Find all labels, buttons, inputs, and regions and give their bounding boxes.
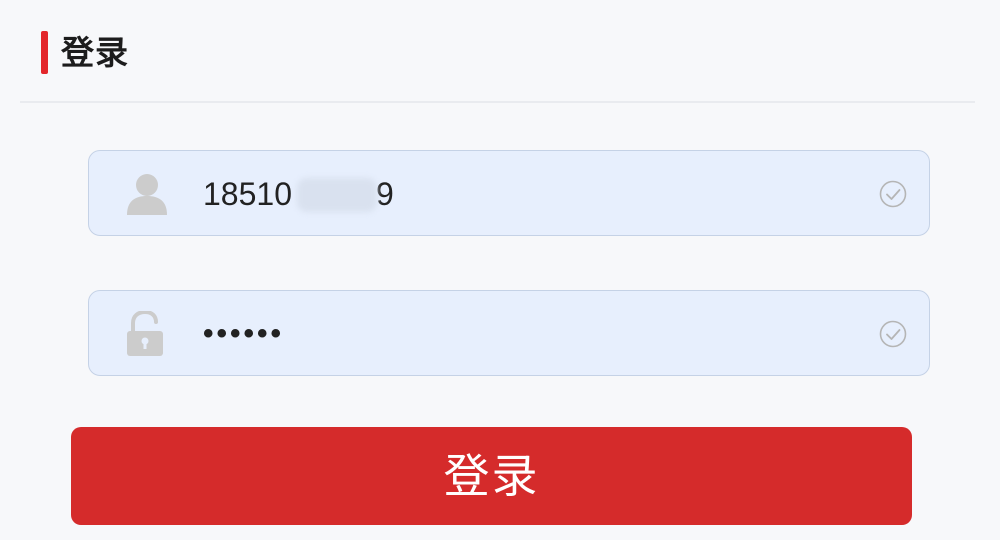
username-visible-suffix: 9 [375,176,394,212]
header-divider [20,101,975,103]
page-title: 登录 [61,33,129,72]
header-accent-bar [41,31,48,74]
login-page: 登录 18510 9 •••••• 登录 [0,0,1000,540]
user-icon [127,174,167,215]
password-field[interactable]: •••••• [88,290,930,376]
username-input[interactable]: 18510 9 [203,151,803,237]
username-redaction-blur [297,178,377,212]
login-header: 登录 [0,0,1000,103]
check-circle-icon [879,180,907,208]
unlock-icon [127,311,163,356]
password-input[interactable]: •••••• [203,291,803,377]
username-field[interactable]: 18510 9 [88,150,930,236]
username-visible-prefix: 18510 [203,176,292,212]
check-circle-icon [879,320,907,348]
login-button[interactable]: 登录 [71,427,912,525]
